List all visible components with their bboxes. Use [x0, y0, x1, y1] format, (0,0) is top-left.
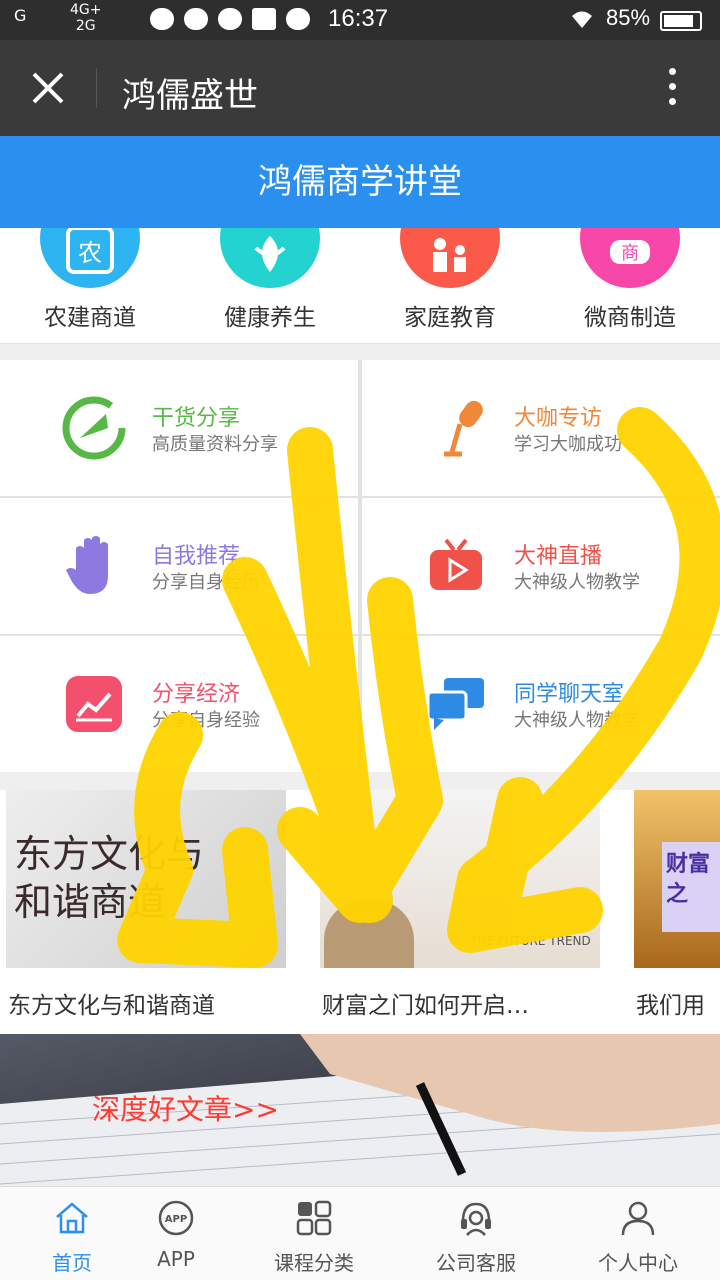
- nav-label: 公司客服: [436, 1251, 516, 1275]
- nav-app[interactable]: APP APP: [104, 1187, 248, 1280]
- grid-title: 分享经济: [152, 682, 241, 707]
- network-top: 4G+: [70, 2, 102, 18]
- nav-label: 个人中心: [598, 1251, 678, 1275]
- microphone-icon: [444, 400, 483, 457]
- article-banner[interactable]: 深度好文章>>: [0, 1034, 720, 1186]
- hand-icon: [66, 536, 108, 594]
- family-icon: [400, 228, 500, 288]
- category-row: 农 农建商道 健康养生 家庭教育 商 微商制造: [0, 228, 720, 344]
- network-indicator: 4G+ 2G: [70, 2, 102, 34]
- thumb-caption: 财富之: [662, 842, 720, 932]
- tv-play-icon: [430, 538, 482, 590]
- grid-title: 大神直播: [514, 544, 603, 569]
- page-title: 鸿儒商学讲堂: [0, 136, 720, 228]
- grid-subtitle: 大神级人物教学: [514, 710, 640, 731]
- category-label: 农建商道: [44, 305, 136, 331]
- more-vertical-icon[interactable]: [652, 68, 692, 112]
- nav-profile[interactable]: 个人中心: [566, 1187, 710, 1280]
- grid-title: 同学聊天室: [514, 682, 625, 707]
- svg-text:商: 商: [621, 243, 639, 264]
- course-thumbnail: THE FUTURE TREND: [320, 790, 600, 968]
- grid-subtitle: 学习大咖成功: [514, 434, 622, 455]
- app-title: 鸿儒盛世: [122, 76, 258, 116]
- app-icon: APP: [158, 1200, 194, 1236]
- nav-label: APP: [157, 1247, 195, 1271]
- course-thumbnail: 东方文化与和谐商道: [6, 790, 286, 968]
- message-icon: [218, 8, 242, 30]
- battery-percent: 85%: [606, 5, 651, 30]
- category-wechat-business[interactable]: 商 微商制造: [540, 228, 720, 343]
- svg-text:APP: APP: [165, 1214, 187, 1225]
- nav-categories[interactable]: 课程分类: [242, 1187, 386, 1280]
- bottom-navigation: 首页 APP APP 课程分类 公司客服 个人中心: [0, 1186, 720, 1280]
- grid-item-self-recommend[interactable]: 自我推荐 分享自身经历: [0, 498, 358, 634]
- course-carousel: 东方文化与和谐商道 东方文化与和谐商道 THE FUTURE TREND 财富之…: [0, 790, 720, 1034]
- grid-subtitle: 分享自身经验: [152, 710, 260, 731]
- grid-item-chatroom[interactable]: 同学聊天室 大神级人物教学: [362, 636, 720, 772]
- course-title: 财富之门如何开启…: [322, 993, 529, 1019]
- thumb-caption: THE FUTURE TREND: [470, 934, 591, 948]
- network-bottom: 2G: [75, 18, 96, 34]
- farm-icon: 农: [40, 228, 140, 288]
- category-label: 家庭教育: [404, 305, 496, 331]
- category-health[interactable]: 健康养生: [180, 228, 360, 343]
- course-thumbnail: 财富之: [634, 790, 720, 968]
- leaf-icon: [220, 228, 320, 288]
- course-title: 东方文化与和谐商道: [8, 993, 215, 1019]
- course-card[interactable]: THE FUTURE TREND 财富之门如何开启…: [320, 790, 610, 1034]
- user-icon: [621, 1201, 655, 1236]
- section-gap: [0, 772, 720, 790]
- grid-title: 自我推荐: [152, 544, 241, 569]
- thumb-caption: 东方文化与和谐商道: [14, 832, 205, 924]
- category-label: 微商制造: [584, 305, 676, 331]
- title-divider: [96, 68, 97, 108]
- wechat-icon: [150, 8, 174, 30]
- course-card[interactable]: 东方文化与和谐商道 东方文化与和谐商道: [6, 790, 296, 1034]
- carrier-signal: G: [14, 6, 27, 25]
- grid-subtitle: 高质量资料分享: [152, 434, 278, 455]
- headset-icon: [461, 1202, 491, 1236]
- money-icon: [252, 8, 276, 30]
- notification-icons: [150, 8, 310, 30]
- sync-icon: [286, 8, 310, 30]
- close-icon[interactable]: [24, 64, 72, 112]
- section-gap: [0, 344, 720, 360]
- shop-icon: 商: [580, 228, 680, 288]
- grid-subtitle: 分享自身经历: [152, 572, 260, 593]
- course-card[interactable]: 财富之 我们用: [634, 790, 720, 1034]
- nav-support[interactable]: 公司客服: [404, 1187, 548, 1280]
- refresh-arrow-icon: [62, 396, 126, 460]
- course-title: 我们用: [636, 993, 705, 1019]
- title-bar: 鸿儒盛世: [0, 40, 720, 136]
- grid-title: 干货分享: [152, 406, 241, 431]
- grid-title: 大咖专访: [514, 406, 603, 431]
- nav-label: 课程分类: [274, 1251, 354, 1275]
- grid-icon: [296, 1200, 332, 1236]
- grid-item-live[interactable]: 大神直播 大神级人物教学: [362, 498, 720, 634]
- clock: 16:37: [328, 5, 389, 32]
- chat-bubbles-icon: [426, 678, 484, 730]
- chart-icon: [66, 676, 122, 732]
- svg-text:农: 农: [78, 239, 102, 267]
- feature-grid: 干货分享 高质量资料分享 大咖专访 学习大咖成功 自我推荐 分享自身经历 大神直…: [0, 360, 720, 772]
- grid-subtitle: 大神级人物教学: [514, 572, 640, 593]
- banner-text: 深度好文章>>: [92, 1093, 279, 1126]
- home-icon: [56, 1202, 88, 1234]
- grid-item-interview[interactable]: 大咖专访 学习大咖成功: [362, 360, 720, 496]
- category-nongjian[interactable]: 农 农建商道: [0, 228, 180, 343]
- wifi-icon: [572, 11, 592, 28]
- grid-item-share-economy[interactable]: 分享经济 分享自身经验: [0, 636, 358, 772]
- wechat-icon: [184, 8, 208, 30]
- status-bar: G 4G+ 2G 16:37 85%: [0, 0, 720, 40]
- grid-item-ganhuo[interactable]: 干货分享 高质量资料分享: [0, 360, 358, 496]
- category-label: 健康养生: [224, 305, 316, 331]
- category-family[interactable]: 家庭教育: [360, 228, 540, 343]
- battery-icon: [660, 11, 702, 31]
